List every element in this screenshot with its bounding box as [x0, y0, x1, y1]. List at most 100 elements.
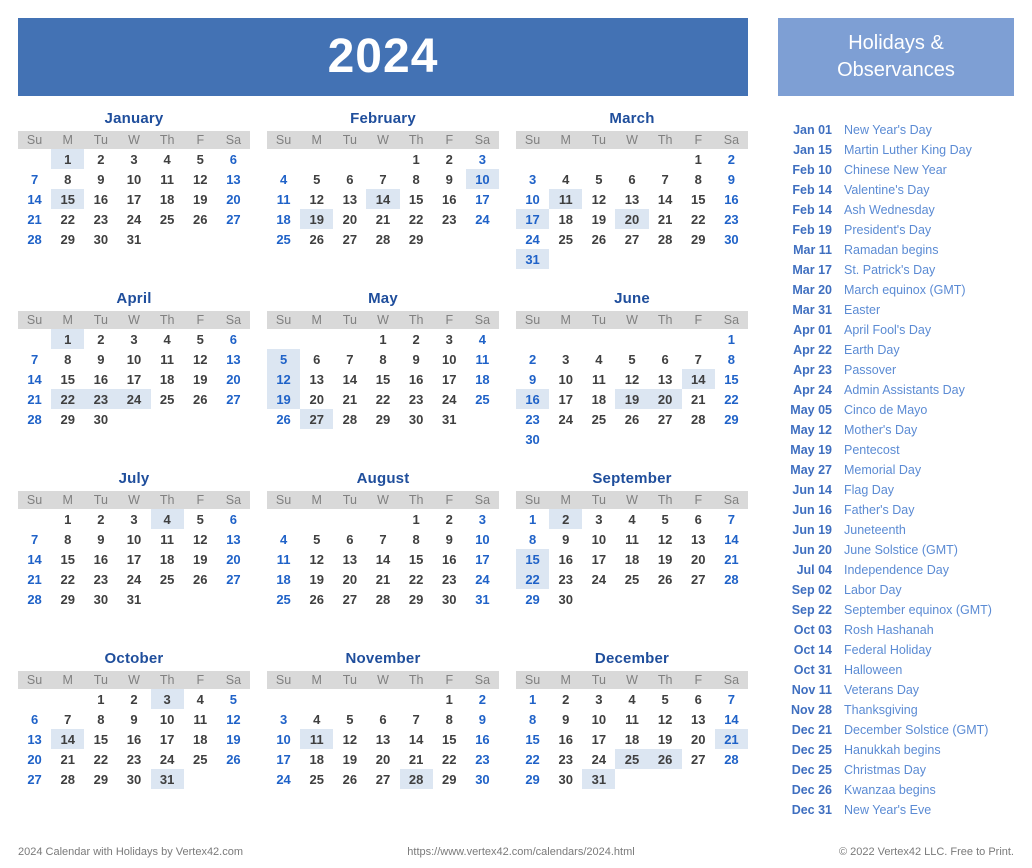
day-cell[interactable]: 15: [715, 369, 748, 389]
day-cell[interactable]: 14: [366, 189, 400, 209]
day-cell[interactable]: 2: [433, 149, 466, 169]
day-cell[interactable]: 2: [466, 689, 499, 709]
day-cell[interactable]: 9: [84, 349, 117, 369]
day-cell[interactable]: 4: [615, 509, 648, 529]
day-cell[interactable]: 23: [400, 389, 433, 409]
day-cell[interactable]: 25: [615, 749, 649, 769]
day-cell[interactable]: 2: [84, 149, 117, 169]
day-cell[interactable]: 31: [150, 769, 184, 789]
day-cell[interactable]: 23: [466, 749, 499, 769]
day-cell[interactable]: 24: [582, 749, 615, 769]
day-cell[interactable]: 13: [217, 169, 250, 189]
day-cell[interactable]: 30: [466, 769, 499, 789]
day-cell[interactable]: 24: [433, 389, 466, 409]
day-cell[interactable]: 11: [151, 529, 184, 549]
day-cell[interactable]: 8: [84, 709, 117, 729]
day-cell[interactable]: 13: [333, 189, 366, 209]
day-cell[interactable]: 14: [366, 549, 399, 569]
day-cell[interactable]: 25: [151, 209, 184, 229]
day-cell[interactable]: 24: [117, 389, 151, 409]
day-cell[interactable]: 30: [433, 589, 466, 609]
day-cell[interactable]: 1: [516, 509, 549, 529]
day-cell[interactable]: 21: [366, 569, 399, 589]
day-cell[interactable]: 25: [549, 229, 582, 249]
day-cell[interactable]: 7: [18, 529, 51, 549]
day-cell[interactable]: 27: [300, 409, 334, 429]
day-cell[interactable]: 12: [649, 709, 682, 729]
day-cell[interactable]: 16: [466, 729, 499, 749]
day-cell[interactable]: 4: [267, 529, 300, 549]
day-cell[interactable]: 21: [714, 729, 748, 749]
day-cell[interactable]: 30: [84, 589, 117, 609]
day-cell[interactable]: 17: [117, 549, 150, 569]
day-cell[interactable]: 4: [615, 689, 648, 709]
day-cell[interactable]: 27: [682, 749, 715, 769]
day-cell[interactable]: 27: [615, 229, 648, 249]
day-cell[interactable]: 16: [433, 189, 466, 209]
day-cell[interactable]: 30: [84, 409, 117, 429]
day-cell[interactable]: 17: [267, 749, 300, 769]
day-cell[interactable]: 15: [516, 729, 549, 749]
day-cell[interactable]: 17: [433, 369, 466, 389]
day-cell[interactable]: 3: [466, 509, 499, 529]
day-cell[interactable]: 12: [184, 349, 217, 369]
day-cell[interactable]: 16: [549, 549, 582, 569]
day-cell[interactable]: 3: [549, 349, 582, 369]
day-cell[interactable]: 27: [217, 389, 250, 409]
day-cell[interactable]: 17: [117, 189, 150, 209]
day-cell[interactable]: 3: [117, 329, 150, 349]
day-cell[interactable]: 8: [516, 529, 549, 549]
day-cell[interactable]: 3: [117, 509, 150, 529]
day-cell[interactable]: 9: [84, 169, 117, 189]
day-cell[interactable]: 13: [682, 529, 715, 549]
day-cell[interactable]: 5: [300, 169, 333, 189]
day-cell[interactable]: 10: [465, 169, 499, 189]
day-cell[interactable]: 19: [333, 749, 366, 769]
day-cell[interactable]: 1: [51, 149, 85, 169]
day-cell[interactable]: 19: [649, 549, 682, 569]
day-cell[interactable]: 10: [516, 189, 549, 209]
day-cell[interactable]: 18: [267, 569, 300, 589]
day-cell[interactable]: 28: [18, 229, 51, 249]
day-cell[interactable]: 28: [18, 409, 51, 429]
day-cell[interactable]: 3: [117, 149, 150, 169]
day-cell[interactable]: 24: [466, 569, 499, 589]
day-cell[interactable]: 29: [400, 589, 433, 609]
day-cell[interactable]: 21: [18, 389, 51, 409]
day-cell[interactable]: 22: [400, 209, 433, 229]
day-cell[interactable]: 20: [333, 209, 366, 229]
day-cell[interactable]: 19: [300, 569, 333, 589]
day-cell[interactable]: 24: [582, 569, 615, 589]
day-cell[interactable]: 26: [582, 229, 615, 249]
day-cell[interactable]: 18: [151, 549, 184, 569]
day-cell[interactable]: 28: [649, 229, 682, 249]
day-cell[interactable]: 24: [117, 569, 150, 589]
day-cell[interactable]: 12: [267, 369, 301, 389]
day-cell[interactable]: 7: [649, 169, 682, 189]
day-cell[interactable]: 24: [117, 209, 150, 229]
day-cell[interactable]: 8: [51, 349, 84, 369]
day-cell[interactable]: 25: [466, 389, 499, 409]
day-cell[interactable]: 31: [516, 249, 550, 269]
day-cell[interactable]: 28: [18, 589, 51, 609]
day-cell[interactable]: 10: [117, 169, 150, 189]
day-cell[interactable]: 6: [615, 169, 648, 189]
day-cell[interactable]: 19: [184, 369, 217, 389]
day-cell[interactable]: 16: [715, 189, 748, 209]
day-cell[interactable]: 5: [649, 509, 682, 529]
day-cell[interactable]: 30: [516, 429, 549, 449]
day-cell[interactable]: 27: [333, 589, 366, 609]
day-cell[interactable]: 9: [715, 169, 748, 189]
day-cell[interactable]: 26: [300, 229, 333, 249]
day-cell[interactable]: 5: [217, 689, 250, 709]
day-cell[interactable]: 6: [333, 529, 366, 549]
day-cell[interactable]: 25: [582, 409, 615, 429]
day-cell[interactable]: 15: [516, 549, 550, 569]
day-cell[interactable]: 17: [582, 549, 615, 569]
day-cell[interactable]: 23: [549, 569, 582, 589]
day-cell[interactable]: 23: [84, 209, 117, 229]
day-cell[interactable]: 7: [18, 169, 51, 189]
day-cell[interactable]: 13: [217, 529, 250, 549]
day-cell[interactable]: 1: [433, 689, 466, 709]
day-cell[interactable]: 1: [366, 329, 399, 349]
